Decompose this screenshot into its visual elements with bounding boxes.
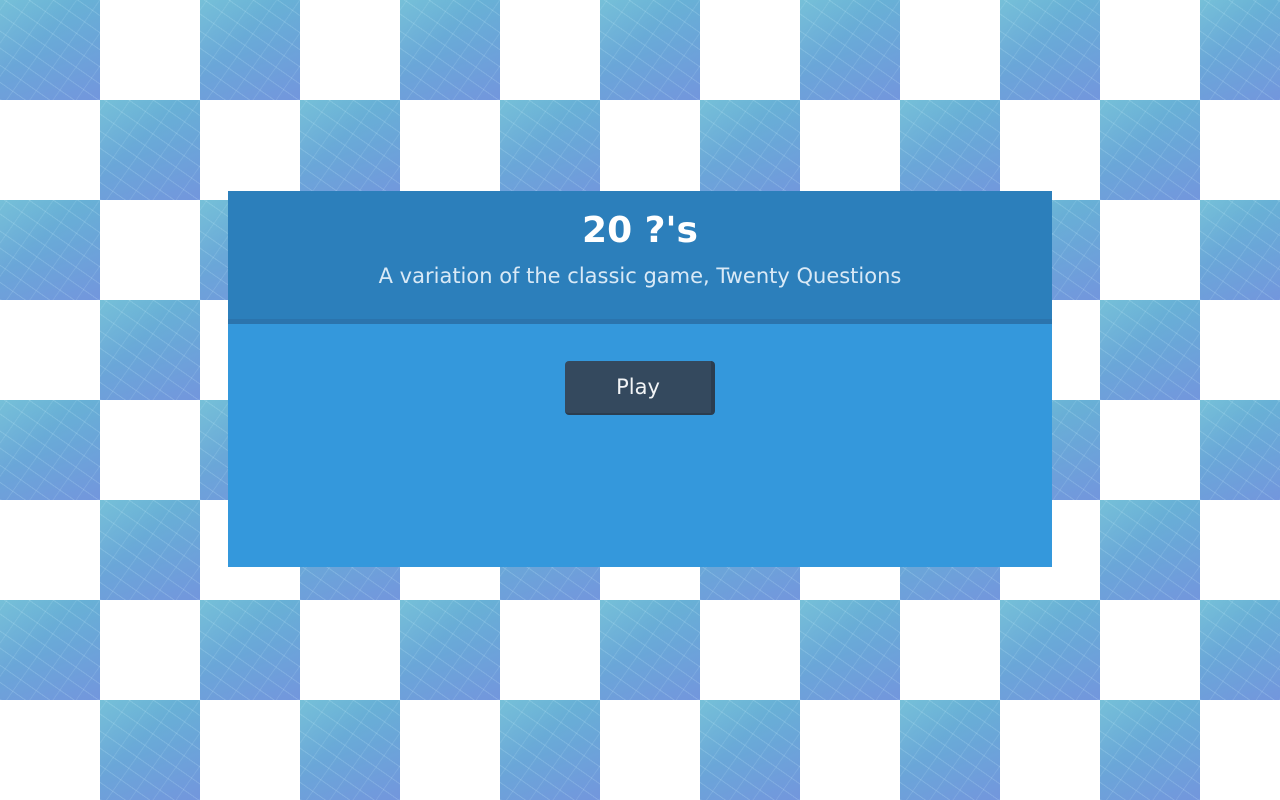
background-tile — [200, 600, 300, 700]
play-button[interactable]: Play — [565, 361, 715, 415]
background-tile — [800, 0, 900, 100]
background-tile — [1200, 600, 1280, 700]
background-tile — [400, 600, 500, 700]
background-tile — [1100, 500, 1200, 600]
background-tile — [0, 200, 100, 300]
background-tile — [600, 0, 700, 100]
background-tile — [1000, 600, 1100, 700]
background-tile — [100, 700, 200, 800]
background-tile — [1100, 700, 1200, 800]
background-tile — [300, 700, 400, 800]
background-tile — [600, 600, 700, 700]
background-tile — [1200, 400, 1280, 500]
background-tile — [700, 700, 800, 800]
background-tile — [400, 0, 500, 100]
background-tile — [100, 500, 200, 600]
background-tile — [1200, 0, 1280, 100]
game-subtitle: A variation of the classic game, Twenty … — [378, 264, 902, 288]
background-tile — [500, 100, 600, 200]
background-tile — [100, 100, 200, 200]
background-tile — [500, 700, 600, 800]
game-title: 20 ?'s — [582, 210, 698, 251]
background-tile — [1000, 0, 1100, 100]
background-tile — [900, 700, 1000, 800]
background-tile — [1100, 300, 1200, 400]
background-tile — [700, 100, 800, 200]
background-tile — [0, 0, 100, 100]
background-tile — [1100, 100, 1200, 200]
game-card: 20 ?'s A variation of the classic game, … — [228, 191, 1052, 567]
background-tile — [900, 100, 1000, 200]
background-tile — [200, 0, 300, 100]
background-tile — [0, 400, 100, 500]
background-tile — [800, 600, 900, 700]
background-tile — [100, 300, 200, 400]
card-header: 20 ?'s A variation of the classic game, … — [228, 191, 1052, 324]
background-tile — [1200, 200, 1280, 300]
background-tile — [300, 100, 400, 200]
background-tile — [0, 600, 100, 700]
